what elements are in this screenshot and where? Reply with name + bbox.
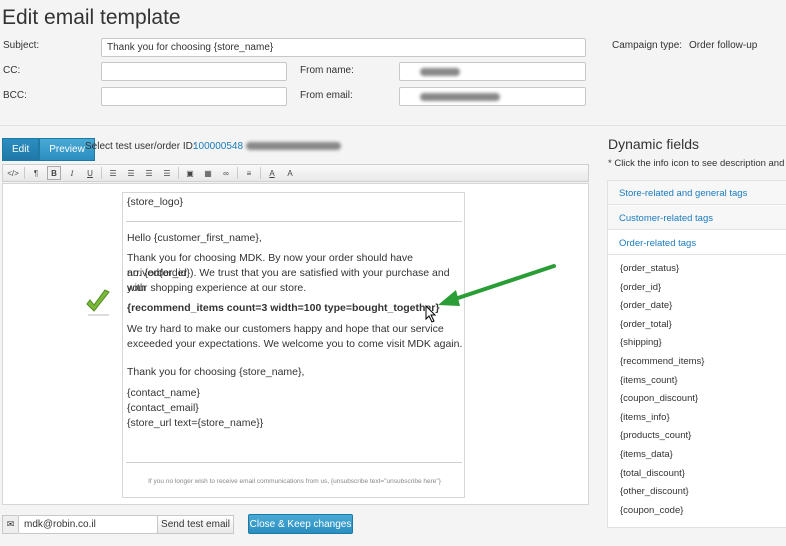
outdent-icon[interactable]: ☰ bbox=[142, 166, 156, 180]
email-divider bbox=[126, 221, 462, 222]
link-icon[interactable]: ∞ bbox=[219, 166, 233, 180]
cc-label: CC: bbox=[3, 65, 21, 76]
underline-icon[interactable]: U bbox=[83, 166, 97, 180]
campaign-type-value: Order follow-up bbox=[689, 40, 758, 51]
tag-item[interactable]: {products_count} bbox=[620, 430, 691, 441]
email-divider bbox=[126, 462, 462, 463]
redacted-order-suffix bbox=[245, 142, 341, 151]
toolbar-separator bbox=[101, 167, 102, 179]
closing-text: Thank you for choosing {store_name}, bbox=[127, 366, 305, 378]
image-icon[interactable]: ▣ bbox=[183, 166, 197, 180]
bcc-input[interactable] bbox=[101, 87, 287, 106]
contact-email-tag: {contact_email} bbox=[127, 402, 199, 414]
test-order-id: 100000548 bbox=[193, 141, 244, 152]
font-size-icon[interactable]: A bbox=[283, 166, 297, 180]
view-toggle: Edit Preview bbox=[2, 138, 95, 161]
toolbar-separator bbox=[260, 167, 261, 179]
body-line: exceeded your expectations. We welcome y… bbox=[127, 338, 463, 350]
envelope-icon: ✉ bbox=[2, 515, 18, 534]
indent-icon[interactable]: ☰ bbox=[160, 166, 174, 180]
dynamic-fields-hint: * Click the info icon to see description… bbox=[608, 158, 785, 169]
test-order-link[interactable]: 100000548 bbox=[193, 141, 341, 152]
tag-item[interactable]: {coupon_discount} bbox=[620, 393, 698, 404]
checkmark-icon bbox=[86, 289, 110, 316]
align-icon[interactable]: ≡ bbox=[242, 166, 256, 180]
cursor-icon bbox=[425, 305, 437, 323]
redacted-from-email bbox=[420, 93, 500, 101]
tag-item[interactable]: {items_count} bbox=[620, 375, 678, 386]
tag-item[interactable]: {shipping} bbox=[620, 337, 662, 348]
tag-item[interactable]: {recommend_items} bbox=[620, 356, 704, 367]
subject-input[interactable]: Thank you for choosing {store_name} bbox=[101, 38, 586, 57]
dynamic-fields-panel: Store-related and general tags Customer-… bbox=[607, 180, 786, 528]
test-email-input[interactable]: mdk@robin.co.il bbox=[18, 515, 158, 534]
toolbar-separator bbox=[237, 167, 238, 179]
from-name-label: From name: bbox=[300, 65, 354, 76]
numbered-list-icon[interactable]: ☰ bbox=[124, 166, 138, 180]
tag-item[interactable]: {order_status} bbox=[620, 263, 679, 274]
paragraph-icon[interactable]: ¶ bbox=[29, 166, 43, 180]
tag-item[interactable]: {items_info} bbox=[620, 412, 670, 423]
contact-name-tag: {contact_name} bbox=[127, 387, 200, 399]
accordion-store-tags[interactable]: Store-related and general tags bbox=[608, 181, 786, 205]
close-keep-changes-button[interactable]: Close & Keep changes bbox=[248, 514, 353, 534]
tag-item[interactable]: {order_id} bbox=[620, 282, 661, 293]
toolbar-separator bbox=[24, 167, 25, 179]
text-color-icon[interactable]: A bbox=[265, 166, 279, 180]
tag-item[interactable]: {order_total} bbox=[620, 319, 672, 330]
toolbar-separator bbox=[178, 167, 179, 179]
tag-item[interactable]: {items_data} bbox=[620, 449, 673, 460]
dynamic-fields-title: Dynamic fields bbox=[608, 136, 700, 152]
from-email-label: From email: bbox=[300, 90, 353, 101]
tag-item[interactable]: {other_discount} bbox=[620, 486, 689, 497]
unsubscribe-footer: If you no longer wish to receive email c… bbox=[148, 478, 441, 485]
tag-item[interactable]: {coupon_code} bbox=[620, 505, 683, 516]
from-email-input[interactable] bbox=[399, 87, 586, 106]
table-icon[interactable]: ▦ bbox=[201, 166, 215, 180]
from-name-input[interactable] bbox=[399, 62, 586, 81]
bullet-list-icon[interactable]: ☰ bbox=[106, 166, 120, 180]
section-divider bbox=[0, 125, 786, 126]
page-title: Edit email template bbox=[2, 6, 181, 29]
send-test-email-button[interactable]: Send test email bbox=[157, 515, 234, 534]
tag-item[interactable]: {order_date} bbox=[620, 300, 672, 311]
bcc-label: BCC: bbox=[3, 90, 27, 101]
store-url-tag: {store_url text={store_name}} bbox=[127, 417, 264, 429]
body-line: We try hard to make our customers happy … bbox=[127, 323, 444, 335]
greeting-text: Hello {customer_first_name}, bbox=[127, 232, 262, 244]
accordion-order-tags[interactable]: Order-related tags bbox=[608, 231, 786, 255]
arrow-icon bbox=[438, 264, 556, 306]
test-user-label: Select test user/order ID: bbox=[85, 141, 196, 152]
cc-input[interactable] bbox=[101, 62, 287, 81]
subject-label: Subject: bbox=[3, 40, 40, 51]
tag-item[interactable]: {total_discount} bbox=[620, 468, 685, 479]
campaign-type-label: Campaign type: bbox=[612, 40, 683, 51]
edit-tab[interactable]: Edit bbox=[2, 138, 40, 161]
editor-toolbar: </> ¶ B I U ☰ ☰ ☰ ☰ ▣ ▦ ∞ ≡ A A bbox=[2, 164, 589, 182]
bold-icon[interactable]: B bbox=[47, 166, 61, 180]
store-logo-placeholder: {store_logo} bbox=[127, 196, 184, 208]
code-icon[interactable]: </> bbox=[6, 166, 20, 180]
italic-icon[interactable]: I bbox=[65, 166, 79, 180]
body-line: your shopping experience at our store. bbox=[127, 282, 307, 294]
recommend-items-tag: {recommend_items count=3 width=100 type=… bbox=[127, 302, 440, 314]
redacted-from-name bbox=[420, 68, 460, 76]
accordion-customer-tags[interactable]: Customer-related tags bbox=[608, 206, 786, 230]
email-preview[interactable]: {store_logo} Hello {customer_first_name}… bbox=[122, 192, 465, 498]
